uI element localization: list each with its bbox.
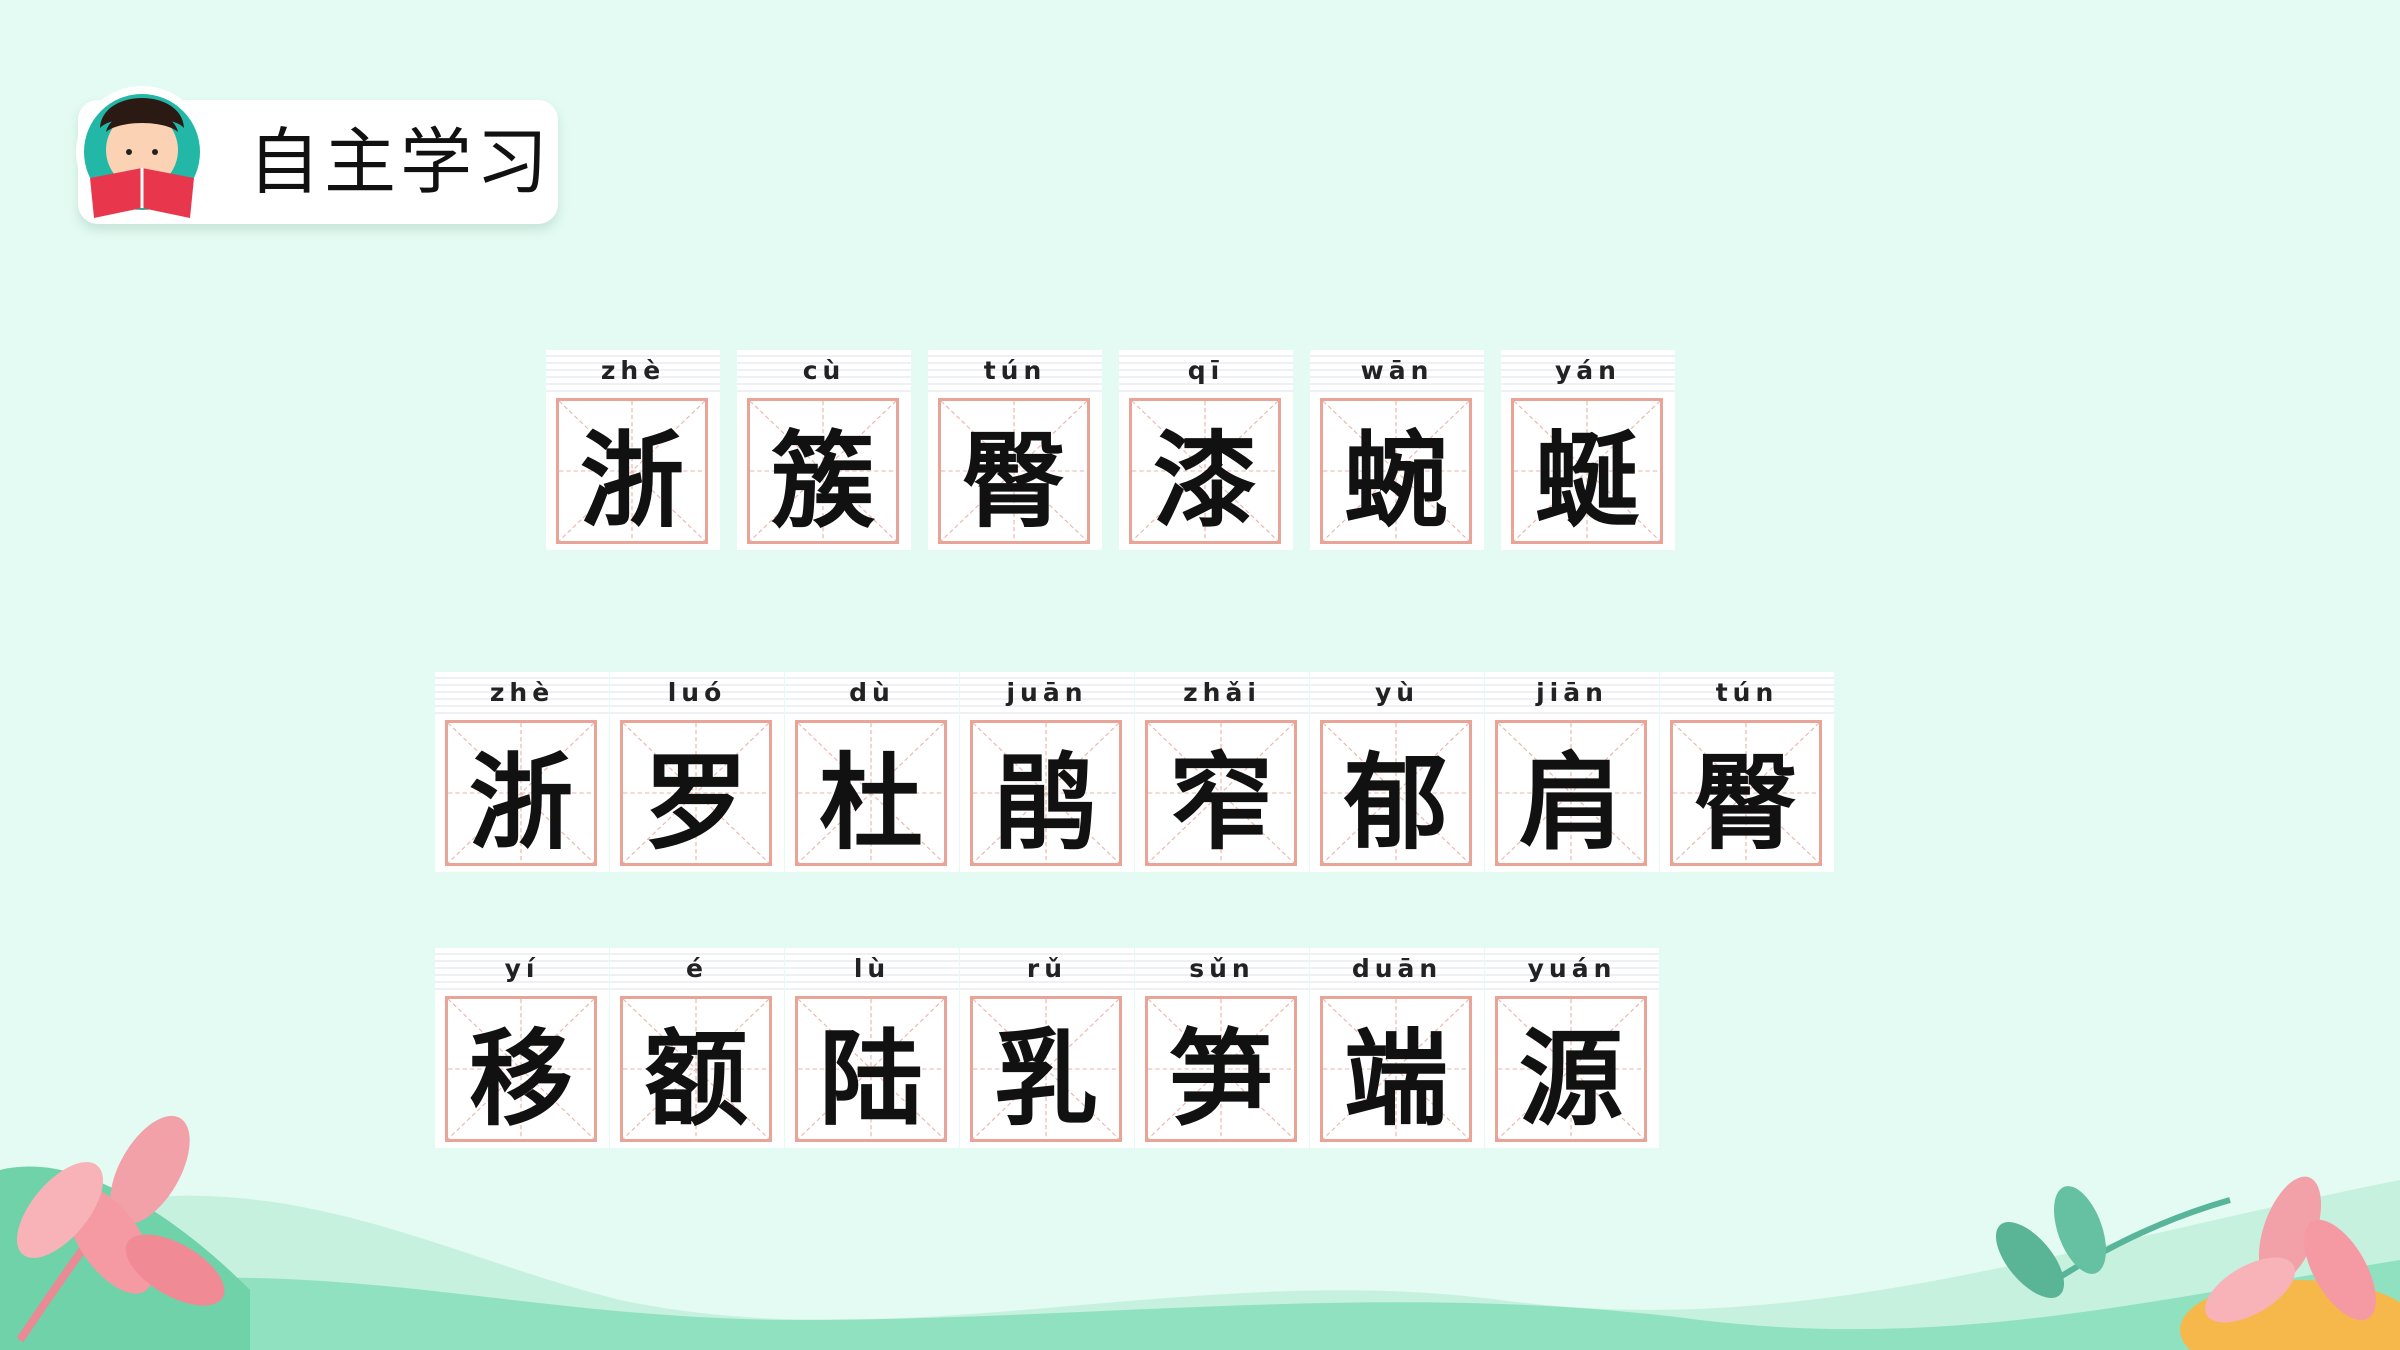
pinyin-label: rǔ [1026,954,1068,983]
character-card: yán 蜒 [1501,350,1675,550]
tianzige-grid: 蜿 [1320,398,1472,544]
pinyin-label: lù [853,954,891,983]
hanzi-character: 源 [1518,1016,1623,1140]
pinyin-label: wān [1360,356,1434,385]
tianzige-grid: 臀 [1670,720,1822,866]
tianzige-grid: 臀 [938,398,1090,544]
tianzige-grid: 簇 [747,398,899,544]
character-card: zhè 浙 [435,672,609,872]
pinyin-label: zhǎi [1183,678,1261,707]
pinyin-label: yí [504,954,540,983]
character-card: luó 罗 [610,672,784,872]
hanzi-character: 罗 [643,740,748,864]
hanzi-character: 蜿 [1343,418,1448,542]
left-leaves [16,1115,225,1343]
tianzige-grid: 笋 [1145,996,1297,1142]
hanzi-character: 乳 [993,1016,1098,1140]
character-card: é额 [610,948,784,1148]
pinyin-label: dù [849,678,895,707]
tianzige-grid: 郁 [1320,720,1472,866]
character-card: lù 陆 [785,948,959,1148]
character-card: dù 杜 [785,672,959,872]
hanzi-character: 浙 [468,740,573,864]
pinyin-label: zhè [600,356,666,385]
tianzige-grid: 罗 [620,720,772,866]
pinyin-label: luó [667,678,727,707]
tianzige-grid: 蜒 [1511,398,1663,544]
character-card: yù 郁 [1310,672,1484,872]
character-card: rǔ 乳 [960,948,1134,1148]
pinyin-label: yán [1555,356,1621,385]
pinyin-label: sǔn [1189,954,1255,983]
hanzi-character: 漆 [1152,418,1257,542]
tianzige-grid: 漆 [1129,398,1281,544]
character-card: juān 鹃 [960,672,1134,872]
hanzi-character: 鹃 [993,740,1098,864]
character-card: cù 簇 [737,350,911,550]
character-card: qī 漆 [1119,350,1293,550]
pinyin-label: juān [1006,678,1088,707]
hanzi-character: 笋 [1168,1016,1273,1140]
hanzi-character: 移 [468,1016,573,1140]
hanzi-character: 额 [643,1016,748,1140]
hanzi-character: 浙 [579,418,684,542]
tianzige-grid: 额 [620,996,772,1142]
tianzige-grid: 乳 [970,996,1122,1142]
pinyin-label: yuán [1527,954,1617,983]
character-card: zhè 浙 [546,350,720,550]
tianzige-grid: 源 [1495,996,1647,1142]
tianzige-grid: 陆 [795,996,947,1142]
pinyin-label: tún [983,356,1047,385]
tianzige-grid: 杜 [795,720,947,866]
character-card: wān 蜿 [1310,350,1484,550]
hanzi-character: 郁 [1343,740,1448,864]
pinyin-label: qī [1187,356,1225,385]
hanzi-character: 蜒 [1534,418,1639,542]
hanzi-character: 端 [1343,1016,1448,1140]
tianzige-grid: 移 [445,996,597,1142]
section-title: 自主学习 [248,120,553,204]
pinyin-label: tún [1715,678,1779,707]
hanzi-character: 肩 [1518,740,1623,864]
pinyin-label: duān [1351,954,1443,983]
pinyin-label: é [686,954,708,983]
character-card: duān 端 [1310,948,1484,1148]
hanzi-character: 臀 [961,418,1066,542]
tianzige-grid: 浙 [556,398,708,544]
right-leaves [1995,1176,2400,1350]
tianzige-grid: 浙 [445,720,597,866]
hanzi-character: 臀 [1693,740,1798,864]
tianzige-grid: 窄 [1145,720,1297,866]
pinyin-label: zhè [489,678,555,707]
character-card: jiān 肩 [1485,672,1659,872]
tianzige-grid: 肩 [1495,720,1647,866]
character-card: yuán 源 [1485,948,1659,1148]
hanzi-character: 簇 [770,418,875,542]
hanzi-character: 窄 [1168,740,1273,864]
hanzi-character: 陆 [818,1016,923,1140]
character-card: yí 移 [435,948,609,1148]
pinyin-label: yù [1374,678,1420,707]
tianzige-grid: 端 [1320,996,1472,1142]
character-card: zhǎi 窄 [1135,672,1309,872]
character-card: tún 臀 [1660,672,1834,872]
character-card: sǔn 笋 [1135,948,1309,1148]
tianzige-grid: 鹃 [970,720,1122,866]
character-card: tún 臀 [928,350,1102,550]
pinyin-label: jiān [1536,678,1608,707]
hanzi-character: 杜 [818,740,923,864]
pinyin-label: cù [802,356,846,385]
reading-boy-icon [76,86,208,218]
